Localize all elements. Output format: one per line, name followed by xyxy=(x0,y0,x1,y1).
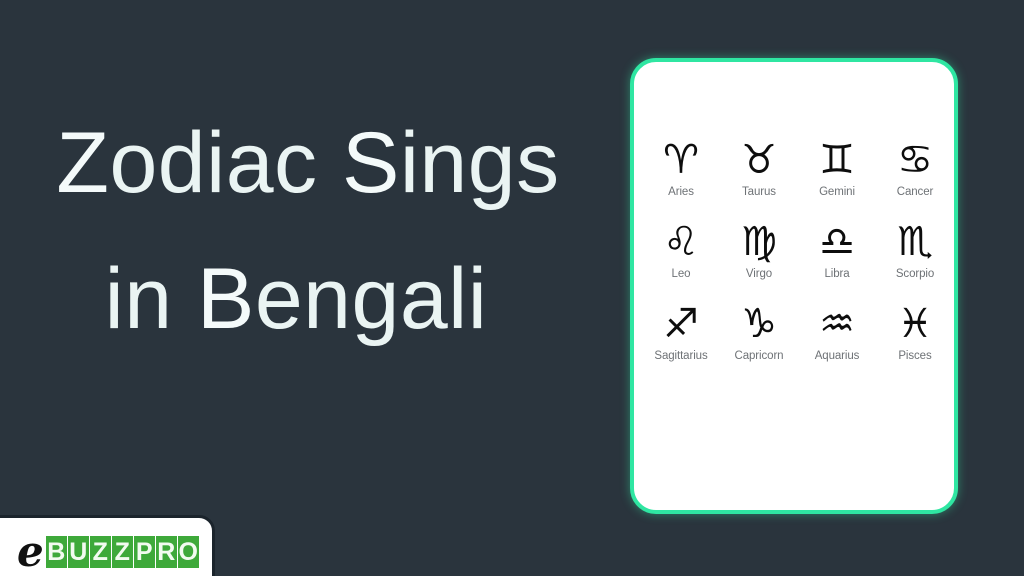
title-initial-b: B xyxy=(196,240,255,358)
title-initial-s: S xyxy=(341,104,400,222)
aries-icon: ♈ xyxy=(663,137,699,183)
zodiac-label-sagittarius: Sagittarius xyxy=(654,350,708,362)
cancer-icon: ♋ xyxy=(897,137,933,183)
logo-tile-o: O xyxy=(177,536,199,568)
capricorn-icon: ♑ xyxy=(741,301,777,347)
scorpio-icon: ♏ xyxy=(897,219,933,265)
logo-tile-p: P xyxy=(133,536,155,568)
zodiac-label-virgo: Virgo xyxy=(745,268,773,280)
virgo-icon: ♍ xyxy=(741,219,777,265)
zodiac-label-aquarius: Aquarius xyxy=(814,350,860,362)
logo-tile-z2: Z xyxy=(111,536,133,568)
zodiac-signs-card: ♈ Aries ♉ Taurus ♊ Gemini ♋ Cancer ♌ Leo… xyxy=(630,58,958,514)
zodiac-cell-libra: ♎ Libra xyxy=(798,218,876,282)
zodiac-grid: ♈ Aries ♉ Taurus ♊ Gemini ♋ Cancer ♌ Leo… xyxy=(642,136,954,364)
zodiac-cell-taurus: ♉ Taurus xyxy=(720,136,798,200)
logo-tile-b: B xyxy=(45,536,67,568)
zodiac-cell-leo: ♌ Leo xyxy=(642,218,720,282)
zodiac-label-leo: Leo xyxy=(671,268,691,280)
logo-letter-e: e xyxy=(17,527,44,576)
zodiac-label-scorpio: Scorpio xyxy=(895,268,935,280)
gemini-icon: ♊ xyxy=(819,137,855,183)
logo-wordmark: B U Z Z P R O xyxy=(45,536,199,568)
title-line1-text-b: ings xyxy=(399,115,560,211)
zodiac-cell-scorpio: ♏ Scorpio xyxy=(876,218,954,282)
title-line-2: in Bengali xyxy=(0,240,620,358)
zodiac-cell-gemini: ♊ Gemini xyxy=(798,136,876,200)
title-line-1: Zodiac Sings xyxy=(0,104,620,222)
zodiac-label-capricorn: Capricorn xyxy=(734,350,784,362)
brand-logo: e B U Z Z P R O xyxy=(0,515,215,576)
zodiac-cell-aries: ♈ Aries xyxy=(642,136,720,200)
zodiac-cell-aquarius: ♒ Aquarius xyxy=(798,300,876,364)
logo-tile-z1: Z xyxy=(89,536,111,568)
title-line2-text-b: engali xyxy=(254,251,488,347)
zodiac-label-taurus: Taurus xyxy=(742,186,776,198)
leo-icon: ♌ xyxy=(663,219,699,265)
aquarius-icon: ♒ xyxy=(819,301,855,347)
libra-icon: ♎ xyxy=(819,219,855,265)
taurus-icon: ♉ xyxy=(741,137,777,183)
poster-canvas: Zodiac Sings in Bengali ♈ Aries ♉ Taurus… xyxy=(0,0,1024,576)
logo-inner: e B U Z Z P R O xyxy=(17,531,199,573)
zodiac-cell-pisces: ♓ Pisces xyxy=(876,300,954,364)
zodiac-label-pisces: Pisces xyxy=(898,350,932,362)
logo-tile-u: U xyxy=(67,536,89,568)
zodiac-label-libra: Libra xyxy=(824,268,850,280)
title-line1-text-a: odiac xyxy=(109,115,342,211)
title-line2-text-a: in xyxy=(104,251,197,347)
title-initial-z: Z xyxy=(56,104,110,222)
zodiac-label-gemini: Gemini xyxy=(819,186,855,198)
zodiac-cell-virgo: ♍ Virgo xyxy=(720,218,798,282)
pisces-icon: ♓ xyxy=(897,301,933,347)
zodiac-cell-cancer: ♋ Cancer xyxy=(876,136,954,200)
zodiac-label-cancer: Cancer xyxy=(896,186,934,198)
page-title: Zodiac Sings in Bengali xyxy=(0,104,620,358)
zodiac-cell-capricorn: ♑ Capricorn xyxy=(720,300,798,364)
sagittarius-icon: ♐ xyxy=(663,301,699,347)
zodiac-cell-sagittarius: ♐ Sagittarius xyxy=(642,300,720,364)
logo-tile-r: R xyxy=(155,536,177,568)
zodiac-label-aries: Aries xyxy=(668,186,694,198)
